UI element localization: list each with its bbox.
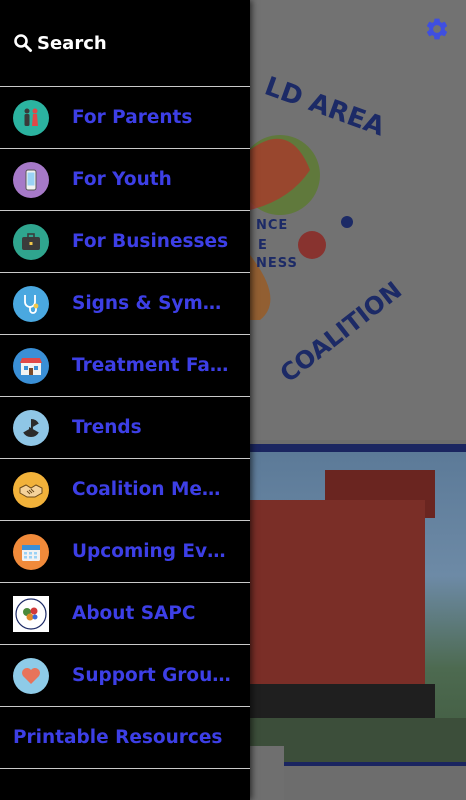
bottom-strip bbox=[250, 746, 284, 800]
menu-label-coalition-members: Coalition Mem… bbox=[72, 479, 232, 500]
menu-item-upcoming-events[interactable]: Upcoming Events bbox=[0, 521, 250, 583]
menu-item-printable-resources[interactable]: Printable Resources bbox=[0, 707, 250, 769]
menu-label-signs-symptoms: Signs & Sympt… bbox=[72, 293, 232, 314]
phone-icon bbox=[13, 161, 49, 198]
search-icon bbox=[13, 33, 33, 53]
caboose-body bbox=[250, 500, 425, 700]
logo-small-text-3: NESS bbox=[256, 256, 298, 271]
radiation-icon bbox=[13, 409, 49, 446]
menu-item-about-sapc[interactable]: About SAPC bbox=[0, 583, 250, 645]
search-button[interactable]: Search bbox=[0, 0, 250, 86]
logo-small-text-1: NCE bbox=[256, 218, 289, 233]
menu-label-for-businesses: For Businesses bbox=[72, 231, 229, 252]
handshake-icon bbox=[13, 471, 49, 508]
logo-small-text-2: E bbox=[258, 238, 268, 253]
menu-item-coalition-members[interactable]: Coalition Mem… bbox=[0, 459, 250, 521]
menu-label-upcoming-events: Upcoming Events bbox=[72, 541, 232, 562]
search-label: Search bbox=[37, 32, 107, 54]
menu-label-support-groups: Support Groups bbox=[72, 665, 232, 686]
menu-item-signs-symptoms[interactable]: Signs & Sympt… bbox=[0, 273, 250, 335]
briefcase-icon bbox=[13, 223, 49, 260]
menu-label-trends: Trends bbox=[72, 417, 142, 438]
menu-label-about-sapc: About SAPC bbox=[72, 603, 196, 624]
menu-item-treatment-facilities[interactable]: Treatment Faci… bbox=[0, 335, 250, 397]
sapc-logo-icon bbox=[13, 595, 49, 632]
building-icon bbox=[13, 347, 49, 384]
navigation-drawer: Search For Parents For Youth For Busines… bbox=[0, 0, 250, 800]
menu-label-for-youth: For Youth bbox=[72, 169, 172, 190]
menu-label-for-parents: For Parents bbox=[72, 107, 193, 128]
gear-icon bbox=[426, 18, 448, 40]
menu-item-trends[interactable]: Trends bbox=[0, 397, 250, 459]
calendar-icon bbox=[13, 533, 49, 570]
settings-button[interactable] bbox=[422, 14, 452, 44]
menu-item-for-parents[interactable]: For Parents bbox=[0, 87, 250, 149]
menu-item-support-groups[interactable]: Support Groups bbox=[0, 645, 250, 707]
heart-icon bbox=[13, 657, 49, 694]
menu-item-for-youth[interactable]: For Youth bbox=[0, 149, 250, 211]
parents-icon bbox=[13, 99, 49, 136]
menu-label-printable-resources: Printable Resources bbox=[13, 727, 223, 748]
stethoscope-icon bbox=[13, 285, 49, 322]
caboose-photo bbox=[250, 452, 466, 762]
menu-label-treatment-facilities: Treatment Faci… bbox=[72, 355, 232, 376]
menu-item-for-businesses[interactable]: For Businesses bbox=[0, 211, 250, 273]
